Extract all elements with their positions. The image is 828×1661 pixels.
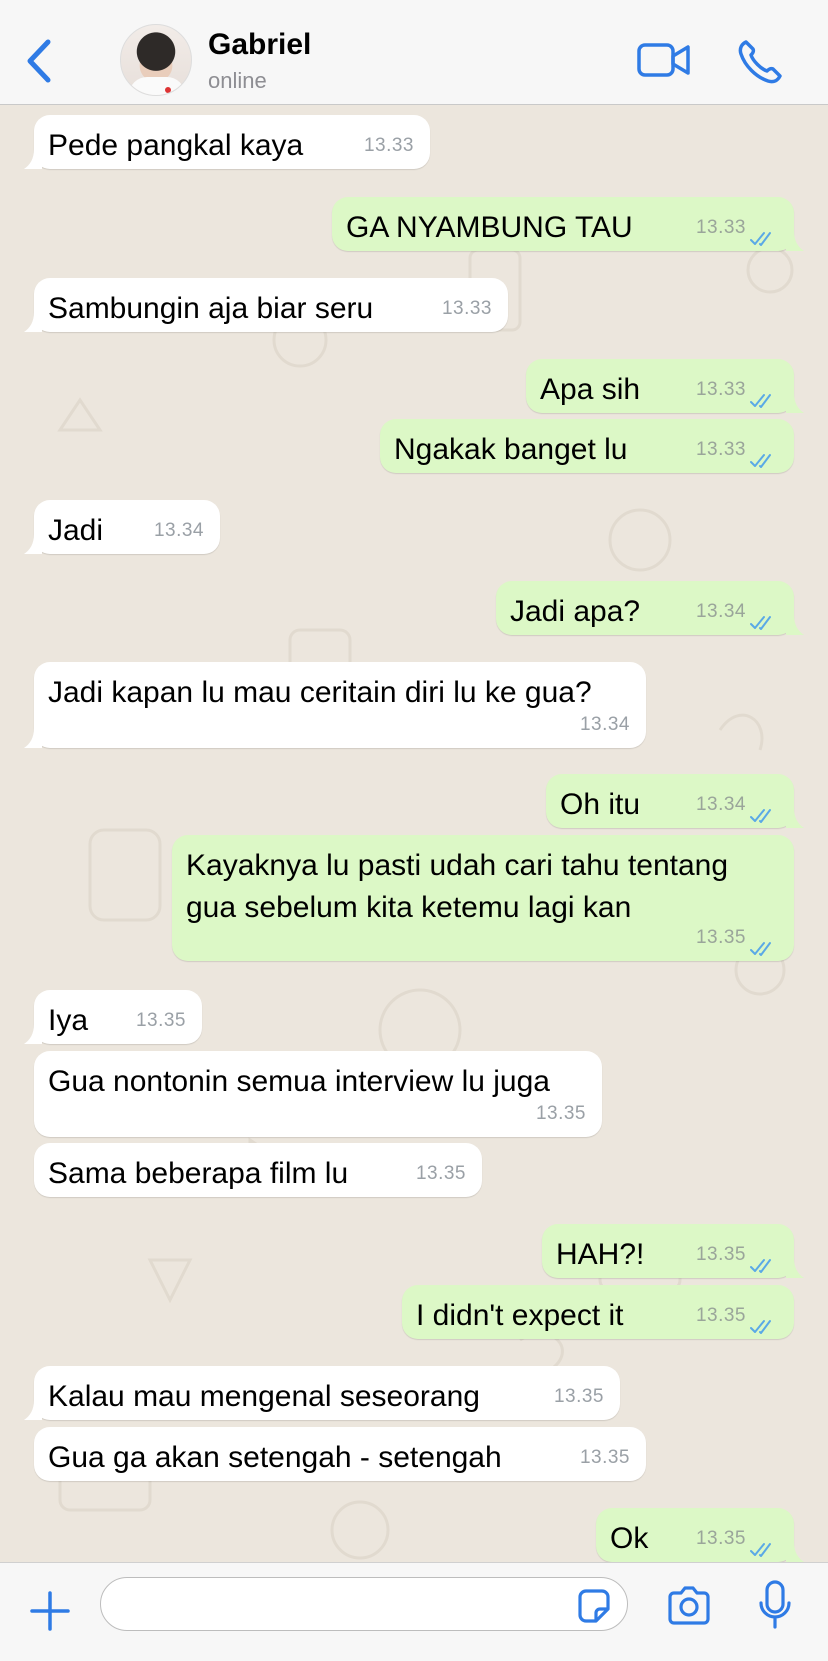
read-receipt-icon [750, 1309, 776, 1334]
incoming-message[interactable]: Jadi kapan lu mau ceritain diri lu ke gu… [24, 662, 646, 748]
message-time: 13.33 [695, 379, 746, 400]
read-receipt-icon [750, 383, 776, 408]
message-time: 13.35 [553, 1386, 604, 1407]
message-time: 13.34 [153, 520, 204, 541]
message-time: 13.35 [415, 1163, 466, 1184]
bubble-tail [24, 534, 42, 554]
message-text: Oh itu [560, 788, 641, 821]
outgoing-message[interactable]: HAH?! 13.35 [542, 1224, 804, 1278]
sticker-icon[interactable] [574, 1587, 612, 1625]
incoming-message[interactable]: Gua ga akan setengah - setengah 13.35 [34, 1427, 646, 1481]
bubble-tail [786, 231, 804, 251]
message-time: 13.35 [135, 1010, 186, 1031]
message-time: 13.34 [579, 714, 630, 735]
read-receipt-icon [750, 798, 776, 823]
message-time: 13.35 [695, 1305, 746, 1326]
incoming-message[interactable]: Sambungin aja biar seru 13.33 [24, 278, 508, 332]
bubble-tail [786, 1542, 804, 1562]
bubble-tail [24, 149, 42, 169]
message-input[interactable] [100, 1577, 628, 1631]
chevron-left-icon[interactable] [22, 36, 54, 86]
bubble-tail [786, 615, 804, 635]
message-text: Sambungin aja biar seru [48, 292, 374, 325]
outgoing-message[interactable]: GA NYAMBUNG TAU 13.33 [332, 197, 804, 251]
plus-icon[interactable] [28, 1589, 72, 1633]
outgoing-message[interactable]: I didn't expect it 13.35 [402, 1285, 794, 1339]
message-text: Ngakak banget lu [394, 433, 628, 466]
message-text: HAH?! [556, 1238, 645, 1271]
message-text: Iya [48, 1004, 89, 1037]
bubble-tail [786, 1258, 804, 1278]
message-time: 13.35 [695, 1244, 746, 1265]
message-time: 13.35 [579, 1447, 630, 1468]
bubble-tail [786, 808, 804, 828]
bubble-tail [24, 728, 42, 748]
message-text: Pede pangkal kaya [48, 129, 304, 162]
read-receipt-icon [750, 605, 776, 630]
contact-status: online [208, 68, 267, 93]
incoming-message[interactable]: Jadi 13.34 [24, 500, 220, 554]
read-receipt-icon [750, 1532, 776, 1557]
incoming-message[interactable]: Iya 13.35 [24, 990, 202, 1044]
message-time: 13.33 [695, 217, 746, 238]
read-receipt-icon [750, 443, 776, 468]
message-time: 13.33 [695, 439, 746, 460]
message-text: GA NYAMBUNG TAU [346, 211, 633, 244]
message-time: 13.33 [441, 298, 492, 319]
message-text: Sama beberapa film lu [48, 1157, 349, 1190]
contact-name[interactable]: Gabriel [208, 28, 311, 62]
message-time: 13.34 [695, 794, 746, 815]
bubble-tail [24, 312, 42, 332]
message-text: Gua ga akan setengah - setengah [48, 1441, 502, 1474]
message-text: I didn't expect it [416, 1299, 624, 1332]
incoming-message[interactable]: Kalau mau mengenal seseorang 13.35 [24, 1366, 620, 1420]
message-time: 13.34 [695, 601, 746, 622]
outgoing-message[interactable]: Jadi apa? 13.34 [496, 581, 804, 635]
outgoing-message[interactable]: Kayaknya lu pasti udah cari tahu tentang… [172, 835, 794, 961]
chat-area[interactable]: Pede pangkal kaya 13.33 GA NYAMBUNG TAU 13.… [0, 105, 828, 1562]
bubble-tail [24, 1400, 42, 1420]
composer-bar [0, 1562, 828, 1661]
message-time: 13.33 [363, 135, 414, 156]
outgoing-message[interactable]: Oh itu 13.34 [546, 774, 804, 828]
message-time: 13.35 [695, 927, 746, 948]
outgoing-message[interactable]: Ok 13.35 [596, 1508, 804, 1562]
microphone-icon[interactable] [758, 1579, 792, 1631]
outgoing-message[interactable]: Apa sih 13.33 [526, 359, 804, 413]
read-receipt-icon [750, 1248, 776, 1273]
message-text: Jadi apa? [510, 595, 641, 628]
message-text: Jadi kapan lu mau ceritain diri lu ke gu… [48, 676, 592, 709]
phone-icon[interactable] [736, 38, 784, 86]
video-call-icon[interactable] [636, 40, 692, 80]
incoming-message[interactable]: Pede pangkal kaya 13.33 [24, 115, 430, 169]
bubble-tail [786, 393, 804, 413]
message-text: Kalau mau mengenal seseorang [48, 1380, 480, 1413]
incoming-message[interactable]: Sama beberapa film lu 13.35 [34, 1143, 482, 1197]
avatar[interactable] [120, 24, 192, 96]
message-time: 13.35 [535, 1103, 586, 1124]
message-text: Apa sih [540, 373, 641, 406]
camera-icon[interactable] [666, 1583, 712, 1627]
message-text: Ok [610, 1522, 649, 1555]
message-text: Gua nontonin semua interview lu juga [48, 1065, 550, 1098]
message-time: 13.35 [695, 1528, 746, 1549]
incoming-message[interactable]: Gua nontonin semua interview lu juga 13.3… [34, 1051, 602, 1137]
chat-header: Gabriel online [0, 0, 828, 105]
message-text: Kayaknya lu pasti udah cari tahu tentang… [186, 849, 729, 924]
read-receipt-icon [750, 221, 776, 246]
message-text: Jadi [48, 514, 104, 547]
outgoing-message[interactable]: Ngakak banget lu 13.33 [380, 419, 794, 473]
read-receipt-icon [750, 931, 776, 956]
bubble-tail [24, 1024, 42, 1044]
